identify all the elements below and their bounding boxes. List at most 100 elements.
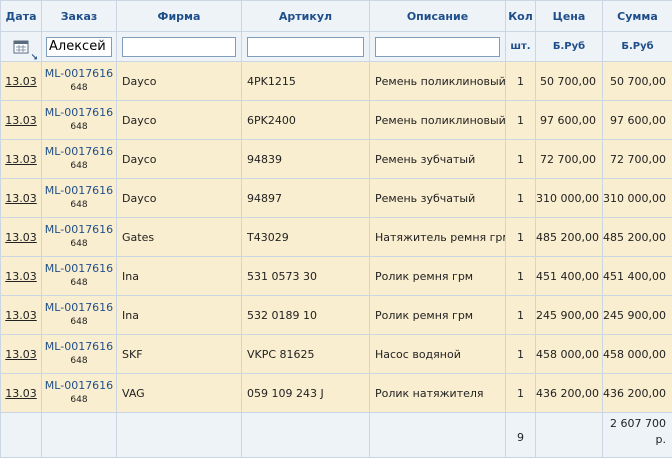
cell-description: Ролик натяжителя [370, 374, 506, 413]
cell-firm: Gates [117, 218, 242, 257]
column-header-order[interactable]: Заказ [42, 1, 117, 32]
cell-date[interactable]: 13.03 [1, 335, 42, 374]
filter-row: ↘ шт. Б.Руб Б.Руб [1, 32, 672, 62]
cell-date[interactable]: 13.03 [1, 140, 42, 179]
cell-price: 485 200,00 [536, 218, 603, 257]
table-row[interactable]: 13.03ML-0017616648Dayco94897Ремень зубча… [1, 179, 672, 218]
order-number-link[interactable]: ML-0017616 [42, 66, 116, 81]
table-row[interactable]: 13.03ML-0017616648Dayco4PK1215Ремень пол… [1, 62, 672, 101]
footer-empty-cell [536, 413, 603, 458]
cell-order: ML-0017616648 [42, 257, 117, 296]
cell-description: Ролик ремня грм [370, 296, 506, 335]
footer-empty-cell [42, 413, 117, 458]
order-filter-input[interactable] [46, 37, 112, 57]
cell-sum: 50 700,00 [603, 62, 672, 101]
date-link[interactable]: 13.03 [5, 348, 37, 361]
cell-price: 458 000,00 [536, 335, 603, 374]
cell-description: Ролик ремня грм [370, 257, 506, 296]
cell-date[interactable]: 13.03 [1, 101, 42, 140]
date-link[interactable]: 13.03 [5, 231, 37, 244]
order-number-link[interactable]: ML-0017616 [42, 339, 116, 354]
order-number-link[interactable]: ML-0017616 [42, 183, 116, 198]
date-link[interactable]: 13.03 [5, 192, 37, 205]
cell-price: 245 900,00 [536, 296, 603, 335]
firm-filter-cell [117, 32, 242, 62]
cell-price: 451 400,00 [536, 257, 603, 296]
order-number-link[interactable]: ML-0017616 [42, 261, 116, 276]
total-qty: 9 [506, 413, 536, 458]
column-header-price[interactable]: Цена [536, 1, 603, 32]
column-header-date[interactable]: Дата [1, 1, 42, 32]
cell-date[interactable]: 13.03 [1, 218, 42, 257]
cell-article: 94839 [242, 140, 370, 179]
order-number-link[interactable]: ML-0017616 [42, 105, 116, 120]
cell-order: ML-0017616648 [42, 101, 117, 140]
column-header-qty[interactable]: Кол [506, 1, 536, 32]
table-row[interactable]: 13.03ML-0017616648Dayco94839Ремень зубча… [1, 140, 672, 179]
table-row[interactable]: 13.03ML-0017616648Ina531 0573 30Ролик ре… [1, 257, 672, 296]
description-filter-cell [370, 32, 506, 62]
sort-arrow-icon[interactable]: ↘ [30, 53, 38, 62]
table-row[interactable]: 13.03ML-0017616648Dayco6PK2400Ремень пол… [1, 101, 672, 140]
date-link[interactable]: 13.03 [5, 270, 37, 283]
cell-date[interactable]: 13.03 [1, 374, 42, 413]
article-filter-cell [242, 32, 370, 62]
order-sub-number: 648 [42, 354, 116, 369]
date-link[interactable]: 13.03 [5, 309, 37, 322]
footer-empty-cell [1, 413, 42, 458]
description-filter-input[interactable] [375, 37, 500, 57]
cell-firm: Ina [117, 257, 242, 296]
cell-order: ML-0017616648 [42, 335, 117, 374]
order-number-link[interactable]: ML-0017616 [42, 144, 116, 159]
cell-firm: Ina [117, 296, 242, 335]
cell-order: ML-0017616648 [42, 62, 117, 101]
order-sub-number: 648 [42, 393, 116, 408]
footer-empty-cell [117, 413, 242, 458]
table-row[interactable]: 13.03ML-0017616648GatesT43029Натяжитель … [1, 218, 672, 257]
cell-qty: 1 [506, 296, 536, 335]
price-unit: Б.Руб [536, 32, 603, 62]
header-row: Дата Заказ Фирма Артикул Описание Кол Це… [1, 1, 672, 32]
cell-date[interactable]: 13.03 [1, 179, 42, 218]
order-number-link[interactable]: ML-0017616 [42, 378, 116, 393]
column-header-article[interactable]: Артикул [242, 1, 370, 32]
calendar-icon[interactable] [13, 40, 29, 54]
firm-filter-input[interactable] [122, 37, 236, 57]
table-row[interactable]: 13.03ML-0017616648Ina532 0189 10Ролик ре… [1, 296, 672, 335]
cell-order: ML-0017616648 [42, 218, 117, 257]
column-header-firm[interactable]: Фирма [117, 1, 242, 32]
cell-firm: SKF [117, 335, 242, 374]
column-header-description[interactable]: Описание [370, 1, 506, 32]
totals-row: 92 607 700р. [1, 413, 672, 458]
cell-price: 72 700,00 [536, 140, 603, 179]
order-sub-number: 648 [42, 198, 116, 213]
cell-description: Насос водяной [370, 335, 506, 374]
cell-sum: 485 200,00 [603, 218, 672, 257]
table-row[interactable]: 13.03ML-0017616648VAG059 109 243 JРолик … [1, 374, 672, 413]
date-link[interactable]: 13.03 [5, 114, 37, 127]
date-link[interactable]: 13.03 [5, 153, 37, 166]
footer-empty-cell [370, 413, 506, 458]
date-link[interactable]: 13.03 [5, 75, 37, 88]
cell-price: 50 700,00 [536, 62, 603, 101]
article-filter-input[interactable] [247, 37, 364, 57]
cell-sum: 458 000,00 [603, 335, 672, 374]
cell-date[interactable]: 13.03 [1, 257, 42, 296]
order-sub-number: 648 [42, 159, 116, 174]
cell-description: Ремень поликлиновый [370, 101, 506, 140]
order-filter-cell [42, 32, 117, 62]
cell-qty: 1 [506, 374, 536, 413]
orders-table: Дата Заказ Фирма Артикул Описание Кол Це… [0, 0, 672, 458]
cell-article: 94897 [242, 179, 370, 218]
cell-qty: 1 [506, 62, 536, 101]
order-number-link[interactable]: ML-0017616 [42, 222, 116, 237]
cell-sum: 97 600,00 [603, 101, 672, 140]
cell-date[interactable]: 13.03 [1, 296, 42, 335]
table-row[interactable]: 13.03 ML-0017616648SKFVKPC 81625Насос вод… [1, 335, 672, 374]
date-link[interactable]: 13.03 [5, 387, 37, 400]
order-number-link[interactable]: ML-0017616 [42, 300, 116, 315]
cell-article: VKPC 81625 [242, 335, 370, 374]
column-header-sum[interactable]: Сумма [603, 1, 672, 32]
cell-description: Натяжитель ремня грм [370, 218, 506, 257]
cell-date[interactable]: 13.03 [1, 62, 42, 101]
